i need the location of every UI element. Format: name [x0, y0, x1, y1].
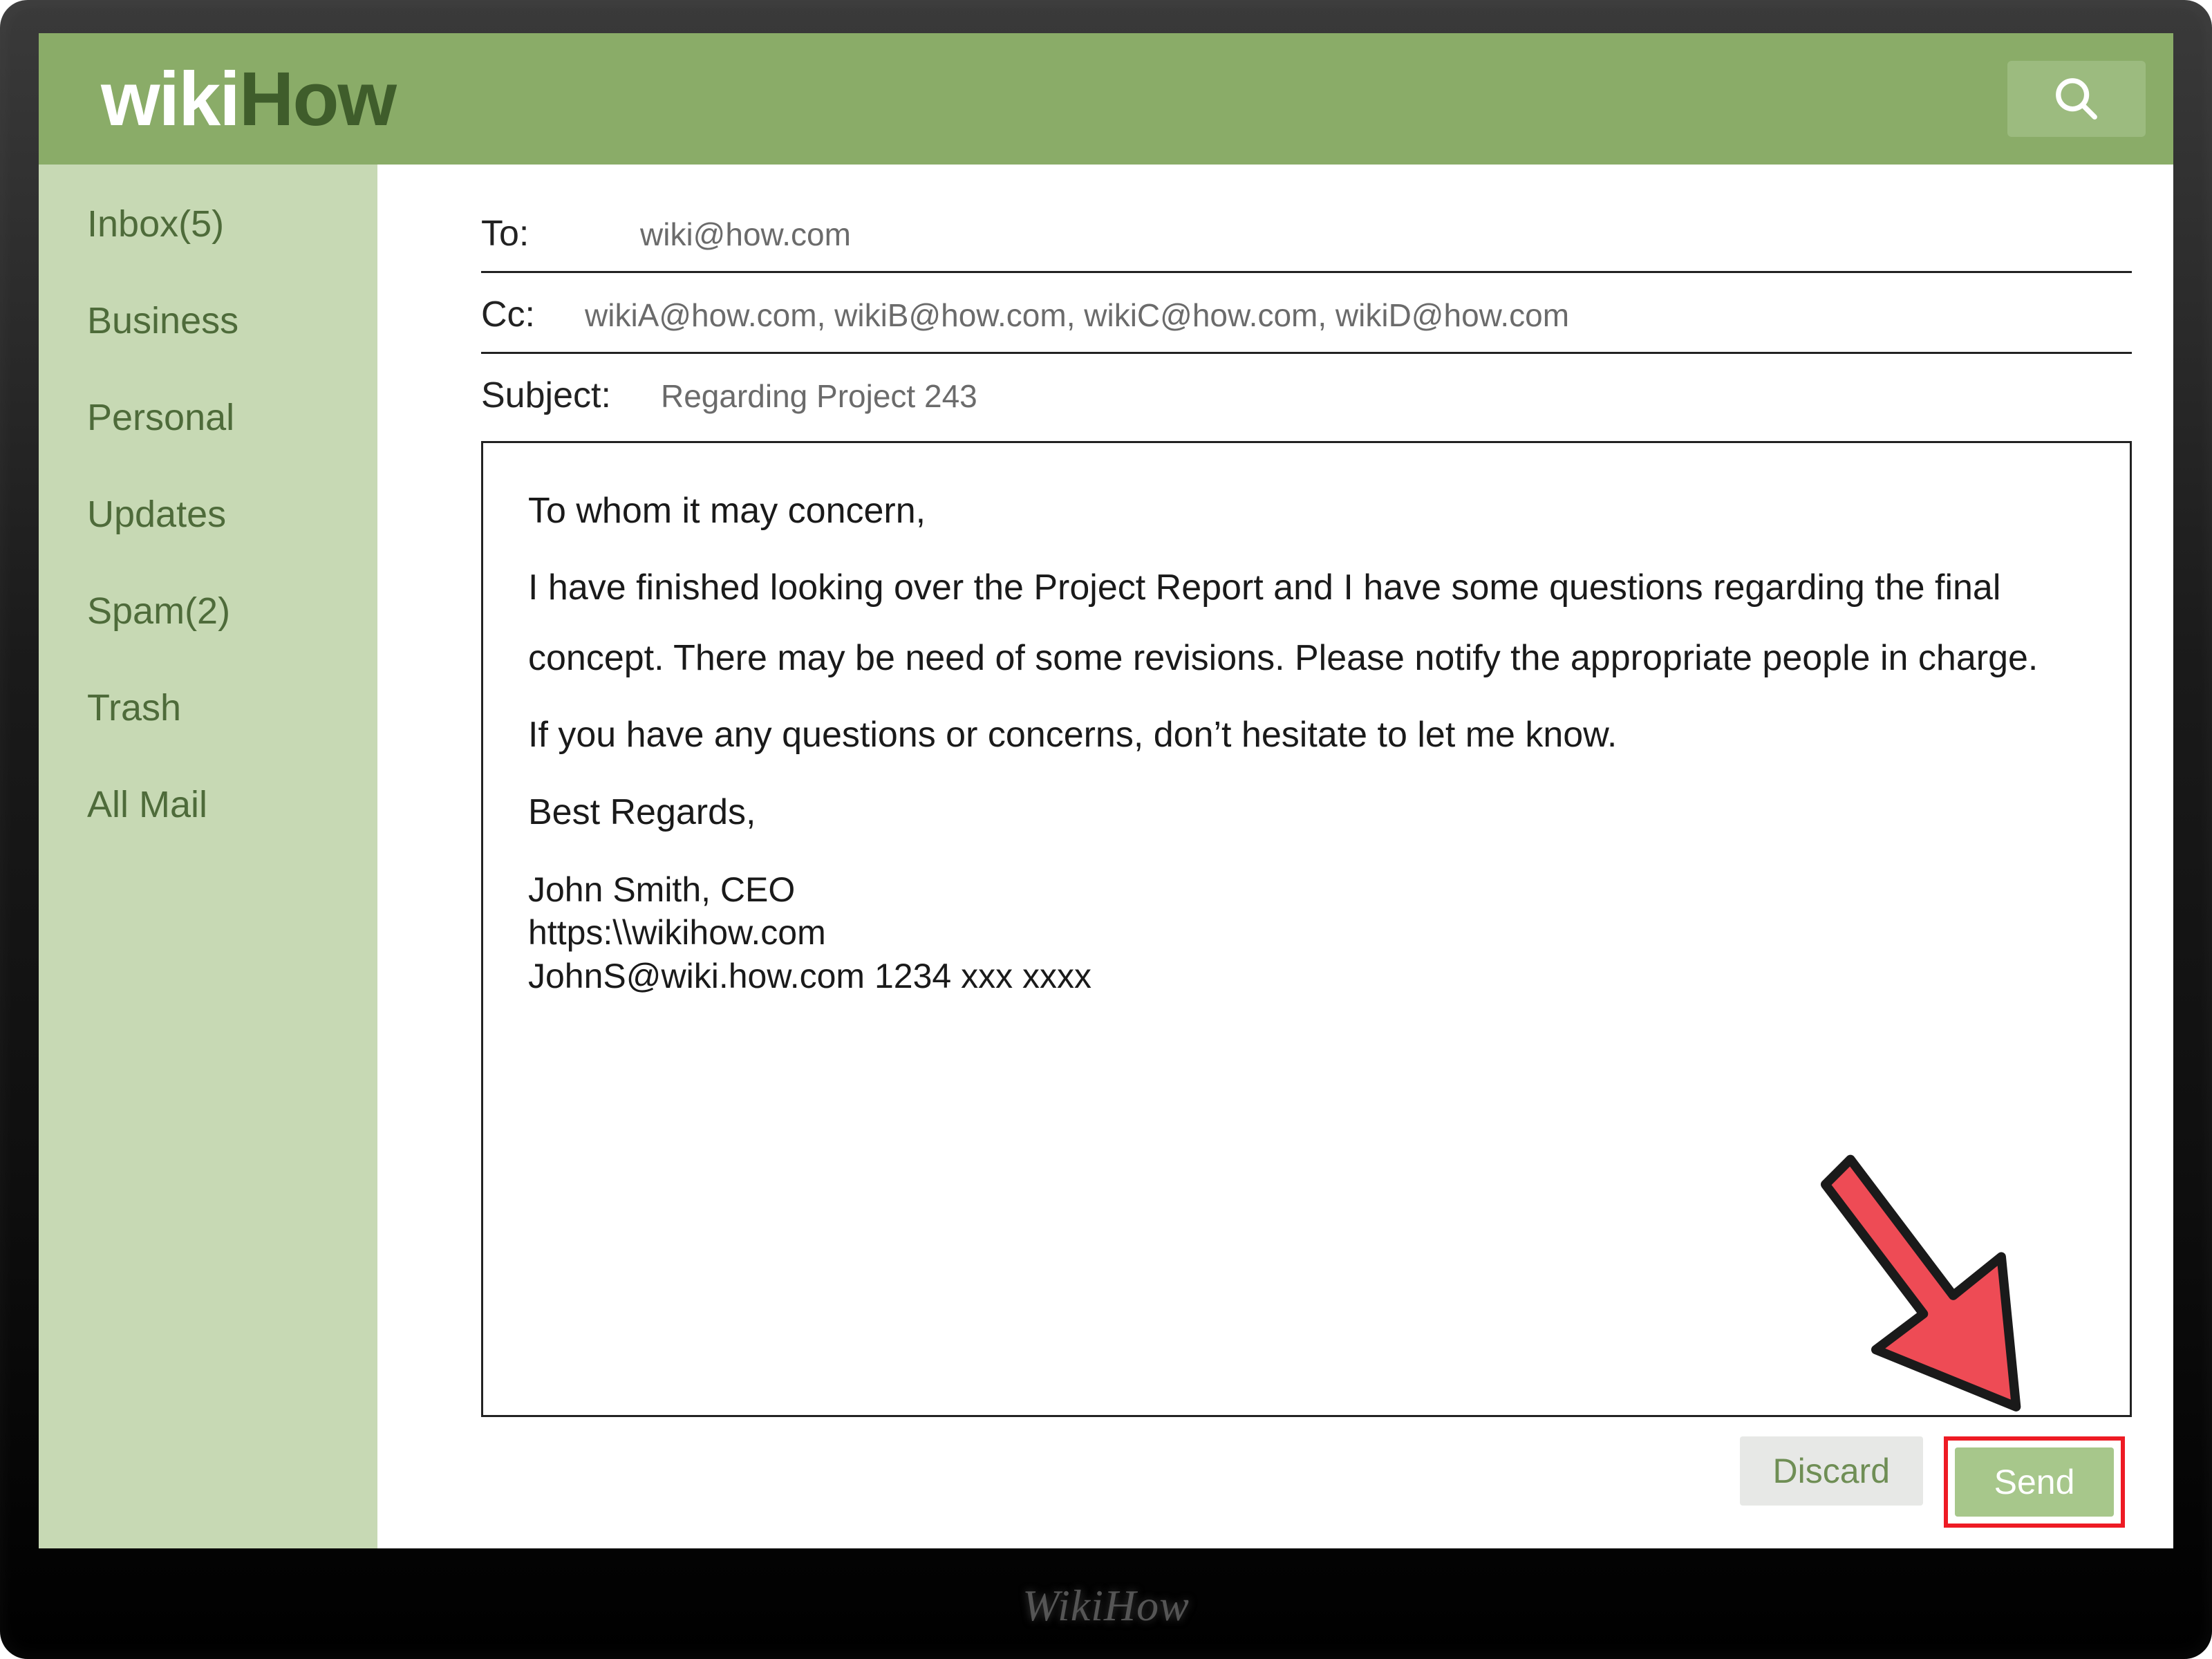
compose-panel: To: wiki@how.com Cc: wikiA@how.com, wiki… [377, 165, 2173, 1548]
to-label: To: [481, 213, 640, 254]
sidebar-item-allmail[interactable]: All Mail [87, 783, 377, 826]
discard-button[interactable]: Discard [1740, 1436, 1923, 1506]
to-field-row: To: wiki@how.com [481, 192, 2132, 273]
sidebar-item-spam[interactable]: Spam(2) [87, 590, 377, 632]
body-textarea[interactable]: To whom it may concern, I have finished … [481, 441, 2132, 1417]
sidebar-item-updates[interactable]: Updates [87, 493, 377, 536]
cc-label: Cc: [481, 294, 585, 335]
signature-url: https:\\wikihow.com [528, 911, 2085, 955]
search-button[interactable] [2007, 61, 2146, 137]
body-paragraph-1: I have finished looking over the Project… [528, 553, 2085, 693]
body-paragraph-2: If you have any questions or concerns, d… [528, 700, 2085, 770]
sidebar-item-personal[interactable]: Personal [87, 396, 377, 439]
sidebar-item-business[interactable]: Business [87, 299, 377, 342]
subject-field-row: Subject: Regarding Project 243 [481, 354, 2132, 433]
content-area: Inbox(5) Business Personal Updates Spam(… [39, 165, 2173, 1548]
app-header: wikiHow [39, 33, 2173, 165]
cc-field-row: Cc: wikiA@how.com, wikiB@how.com, wikiC@… [481, 273, 2132, 354]
sidebar-item-trash[interactable]: Trash [87, 686, 377, 729]
to-input[interactable]: wiki@how.com [640, 216, 851, 253]
cc-input[interactable]: wikiA@how.com, wikiB@how.com, wikiC@how.… [585, 297, 1569, 334]
body-greeting: To whom it may concern, [528, 476, 2085, 546]
send-button-highlight: Send [1944, 1436, 2125, 1528]
search-icon [2052, 75, 2101, 123]
send-button[interactable]: Send [1955, 1447, 2114, 1517]
app-screen: wikiHow Inbox(5) Business Personal Updat… [39, 33, 2173, 1548]
sidebar: Inbox(5) Business Personal Updates Spam(… [39, 165, 377, 1548]
brand-logo-part2: How [239, 55, 395, 143]
brand-logo: wikiHow [101, 55, 395, 143]
signature-name: John Smith, CEO [528, 868, 2085, 912]
signature-contact: JohnS@wiki.how.com 1234 xxx xxxx [528, 955, 2085, 998]
body-closing: Best Regards, [528, 778, 2085, 847]
signature-block: John Smith, CEO https:\\wikihow.com John… [528, 868, 2085, 998]
sidebar-item-inbox[interactable]: Inbox(5) [87, 203, 377, 245]
subject-label: Subject: [481, 375, 661, 416]
watermark-text: WikiHow [0, 1580, 2212, 1631]
compose-actions: Discard Send [481, 1417, 2132, 1528]
brand-logo-part1: wiki [101, 55, 239, 143]
subject-input[interactable]: Regarding Project 243 [661, 377, 977, 415]
